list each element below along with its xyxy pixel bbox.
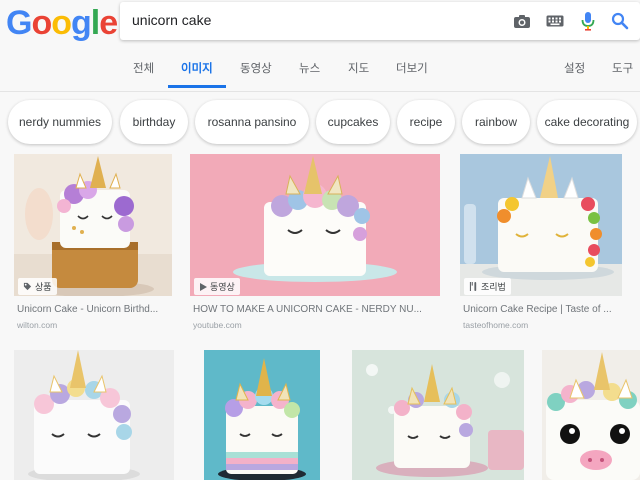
tag-icon xyxy=(23,282,32,291)
result-thumbnail[interactable] xyxy=(14,350,174,480)
keyboard-icon[interactable] xyxy=(545,11,565,31)
active-tab-indicator xyxy=(168,85,226,88)
related-searches-chips: nerdy nummies birthday rosanna pansino c… xyxy=(0,98,640,144)
tab-news[interactable]: 뉴스 xyxy=(299,60,320,76)
result-title[interactable]: HOW TO MAKE A UNICORN CAKE - NERDY NU... xyxy=(193,304,438,315)
result-title[interactable]: Unicorn Cake - Unicorn Birthd... xyxy=(17,304,172,315)
result-type-badge: 동영상 xyxy=(194,278,240,295)
search-tabs: 전체 이미지 동영상 뉴스 지도 더보기 설정 도구 xyxy=(0,54,640,88)
badge-label: 동영상 xyxy=(210,282,235,292)
badge-label: 조리법 xyxy=(481,282,506,292)
tab-more[interactable]: 더보기 xyxy=(396,60,428,76)
image-result[interactable] xyxy=(204,350,320,480)
search-box xyxy=(120,2,640,40)
result-thumbnail[interactable] xyxy=(542,350,640,480)
logo-letter: o xyxy=(51,4,72,42)
chip-rosanna-pansino[interactable]: rosanna pansino xyxy=(195,100,309,144)
tab-tools[interactable]: 도구 xyxy=(612,60,633,76)
camera-icon[interactable] xyxy=(512,11,532,31)
tab-videos[interactable]: 동영상 xyxy=(240,60,272,76)
image-result[interactable]: 상품 Unicorn Cake - Unicorn Birthd... wilt… xyxy=(14,154,172,334)
image-result[interactable]: 조리법 Unicorn Cake Recipe | Taste of ... t… xyxy=(460,154,640,334)
image-result[interactable] xyxy=(14,350,174,480)
image-result[interactable] xyxy=(542,350,640,480)
logo-letter: l xyxy=(90,4,101,42)
badge-label: 상품 xyxy=(35,282,52,292)
chip-birthday[interactable]: birthday xyxy=(120,100,188,144)
chip-nerdy-nummies[interactable]: nerdy nummies xyxy=(8,100,112,144)
microphone-icon[interactable] xyxy=(578,11,598,31)
header: Google 전체 이미지 동영상 뉴스 지도 더보기 설정 도구 xyxy=(0,0,640,92)
logo-letter: o xyxy=(31,4,52,42)
result-thumbnail[interactable] xyxy=(204,350,320,480)
result-thumbnail[interactable] xyxy=(460,154,622,296)
chip-rainbow[interactable]: rainbow xyxy=(462,100,530,144)
search-icon[interactable] xyxy=(610,11,630,31)
result-type-badge: 조리법 xyxy=(464,278,511,295)
utensils-icon xyxy=(469,282,477,291)
search-input[interactable] xyxy=(132,12,492,28)
result-thumbnail[interactable] xyxy=(14,154,172,296)
google-logo[interactable]: Google xyxy=(6,4,118,42)
chip-cupcakes[interactable]: cupcakes xyxy=(316,100,390,144)
result-thumbnail[interactable] xyxy=(190,154,440,296)
tab-all[interactable]: 전체 xyxy=(133,60,154,76)
image-result[interactable] xyxy=(352,350,524,480)
result-source: wilton.com xyxy=(17,320,58,330)
result-title[interactable]: Unicorn Cake Recipe | Taste of ... xyxy=(463,304,638,315)
play-icon xyxy=(200,282,207,291)
result-source: tasteofhome.com xyxy=(463,320,529,330)
result-type-badge: 상품 xyxy=(18,278,57,295)
image-result[interactable]: 동영상 HOW TO MAKE A UNICORN CAKE - NERDY N… xyxy=(190,154,440,334)
logo-letter: G xyxy=(6,4,32,42)
chip-cake-decorating[interactable]: cake decorating xyxy=(537,100,637,144)
tab-images[interactable]: 이미지 xyxy=(181,60,213,76)
result-source: youtube.com xyxy=(193,320,242,330)
tab-settings[interactable]: 설정 xyxy=(564,60,585,76)
tab-maps[interactable]: 지도 xyxy=(348,60,369,76)
result-thumbnail[interactable] xyxy=(352,350,524,480)
logo-letter: e xyxy=(99,4,118,42)
logo-letter: g xyxy=(71,4,92,42)
chip-recipe[interactable]: recipe xyxy=(397,100,455,144)
